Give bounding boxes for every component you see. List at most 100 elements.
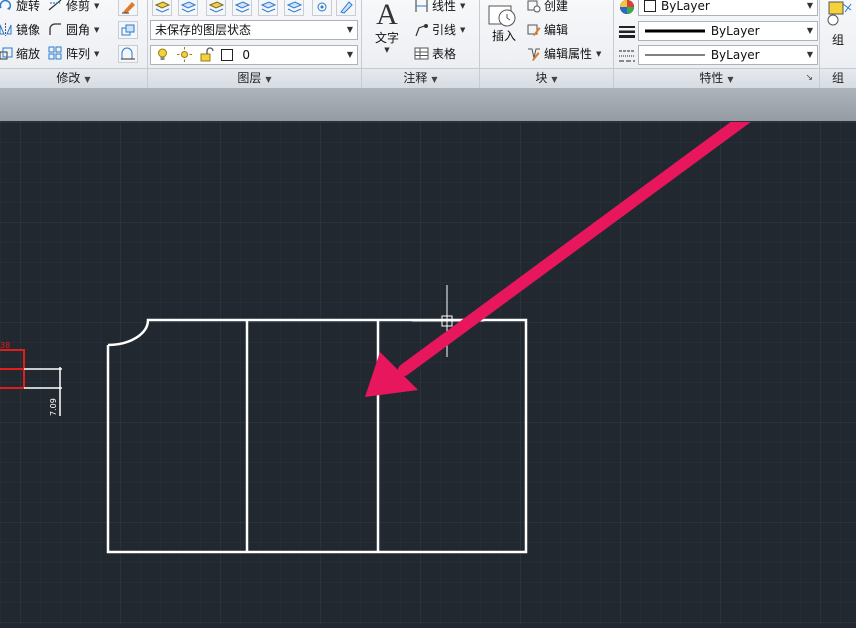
panel-title-groups[interactable]: 组 <box>820 68 856 88</box>
insert-block-button[interactable]: 插入 <box>484 0 524 66</box>
edit-block-icon <box>526 22 541 37</box>
layer-tool-button-1[interactable] <box>152 0 172 16</box>
panel-modify: 旋转 修剪 ▼ 镜像 圆角 ▼ 缩放 阵列 ▼ 修改 ▼ <box>0 0 148 88</box>
chevron-down-icon: ▼ <box>596 50 602 58</box>
text-button[interactable]: A 文字 ▼ <box>368 0 406 66</box>
unlock-icon <box>199 47 214 62</box>
panel-properties: ByLayer ▼ ByLayer ▼ ByLayer ▼ 特性 ▼ ↘ <box>614 0 820 88</box>
chevron-down-icon: ▼ <box>727 75 734 84</box>
panel-title-layers[interactable]: 图层 ▼ <box>148 68 361 88</box>
edit-block-button[interactable]: 编辑 <box>526 20 568 40</box>
rotate-label: 旋转 <box>16 0 41 13</box>
linear-dimension-button[interactable]: 线性 ▼ <box>414 0 465 16</box>
chevron-down-icon: ▼ <box>431 75 438 84</box>
fillet-button[interactable]: 圆角 ▼ <box>48 20 99 40</box>
chevron-down-icon: ▼ <box>346 25 353 34</box>
explode-icon <box>121 24 135 36</box>
leader-label: 引线 <box>432 23 457 37</box>
layer-state-value: 未保存的图层状态 <box>155 23 252 37</box>
chevron-down-icon: ▼ <box>806 50 813 59</box>
color-wheel-icon <box>618 0 636 16</box>
fillet-label: 圆角 <box>66 23 91 37</box>
color-combo[interactable]: ByLayer ▼ <box>638 0 818 16</box>
layer-unisolate-icon <box>234 1 251 13</box>
layer-combo[interactable]: 0 ▼ <box>150 45 358 65</box>
layer-tool-button-8[interactable] <box>336 0 356 16</box>
chevron-down-icon: ▼ <box>384 46 390 54</box>
linetype-combo[interactable]: ByLayer ▼ <box>638 45 818 65</box>
text-label: 文字 <box>374 31 399 45</box>
properties-title: 特性 <box>699 71 724 85</box>
leader-button[interactable]: 引线 ▼ <box>414 20 465 40</box>
text-icon: A <box>376 0 398 31</box>
mirror-button[interactable]: 镜像 <box>0 20 40 40</box>
panel-title-block[interactable]: 块 ▼ <box>480 68 613 88</box>
drawing-canvas[interactable]: 38 7.09 <box>0 76 856 624</box>
edit-attributes-icon <box>526 46 541 61</box>
lineweight-icon <box>619 24 635 38</box>
panel-groups: 组 组 <box>820 0 856 88</box>
table-label: 表格 <box>432 47 457 61</box>
layer-state-combo[interactable]: 未保存的图层状态 ▼ <box>150 20 358 40</box>
insert-icon <box>484 0 524 28</box>
layer-settings-icon <box>317 2 327 12</box>
fillet-icon <box>48 22 63 37</box>
ribbon: 旋转 修剪 ▼ 镜像 圆角 ▼ 缩放 阵列 ▼ 修改 ▼ 未保存的图层状态 ▼ … <box>0 0 856 89</box>
layer-isolate-icon <box>208 1 225 13</box>
edit-attributes-button[interactable]: 编辑属性 ▼ <box>526 44 601 64</box>
color-value: ByLayer <box>661 0 710 13</box>
trim-icon <box>48 0 63 13</box>
current-layer-value: 0 <box>242 48 250 62</box>
layer-tool-button-2[interactable] <box>178 0 198 16</box>
panel-annotation: A 文字 ▼ 线性 ▼ 引线 ▼ 表格 注释 ▼ <box>362 0 480 88</box>
mirror-icon <box>0 22 13 37</box>
layers-title: 图层 <box>237 71 262 85</box>
scale-button[interactable]: 缩放 <box>0 44 40 64</box>
table-button[interactable]: 表格 <box>414 44 456 64</box>
linetype-preview-icon <box>645 54 705 56</box>
layer-tool-button-4[interactable] <box>232 0 252 16</box>
color-swatch-icon <box>643 0 658 13</box>
dimension-text-38: 38 <box>0 341 10 350</box>
layer-tool-button-3[interactable] <box>206 0 226 16</box>
dialog-launcher-icon[interactable]: ↘ <box>805 69 813 88</box>
erase-button[interactable] <box>118 0 138 16</box>
chevron-down-icon: ▼ <box>265 75 272 84</box>
chevron-down-icon: ▼ <box>460 2 466 10</box>
create-label: 创建 <box>544 0 569 13</box>
trim-button[interactable]: 修剪 ▼ <box>48 0 99 16</box>
model-space[interactable]: 38 7.09 <box>0 76 856 624</box>
mirror-label: 镜像 <box>16 23 41 37</box>
create-block-button[interactable]: 创建 <box>526 0 568 16</box>
layer-tool-button-6[interactable] <box>284 0 304 16</box>
offset-icon <box>121 47 135 60</box>
linetype-value: ByLayer <box>710 48 760 62</box>
document-tab-bar <box>0 88 856 122</box>
layer-tool-button-7[interactable] <box>312 0 332 16</box>
panel-title-annotation[interactable]: 注释 ▼ <box>362 68 479 88</box>
explode-button[interactable] <box>118 21 138 39</box>
chevron-down-icon: ▼ <box>806 26 813 35</box>
array-label: 阵列 <box>66 47 91 61</box>
panel-title-modify[interactable]: 修改 ▼ <box>0 68 147 88</box>
layer-freeze-icon <box>260 1 277 13</box>
chevron-down-icon: ▼ <box>460 26 466 34</box>
array-button[interactable]: 阵列 ▼ <box>48 44 99 64</box>
array-icon <box>48 46 63 61</box>
table-icon <box>414 46 429 61</box>
chevron-down-icon: ▼ <box>806 1 813 10</box>
block-title: 块 <box>535 71 548 85</box>
panel-title-properties[interactable]: 特性 ▼ ↘ <box>614 68 819 88</box>
group-button[interactable]: 组 <box>822 0 854 66</box>
chevron-down-icon: ▼ <box>94 26 100 34</box>
layer-tool-button-5[interactable] <box>258 0 278 16</box>
offset-button[interactable] <box>118 45 138 63</box>
linear-dimension-icon <box>414 0 429 13</box>
group-icon <box>822 0 854 30</box>
dimension-text-709: 7.09 <box>49 398 58 416</box>
panel-layers: 未保存的图层状态 ▼ 0 ▼ 图层 ▼ <box>148 0 362 88</box>
chevron-down-icon: ▼ <box>94 2 100 10</box>
rotate-button[interactable]: 旋转 <box>0 0 40 16</box>
lineweight-combo[interactable]: ByLayer ▼ <box>638 21 818 41</box>
chevron-down-icon: ▼ <box>551 75 558 84</box>
